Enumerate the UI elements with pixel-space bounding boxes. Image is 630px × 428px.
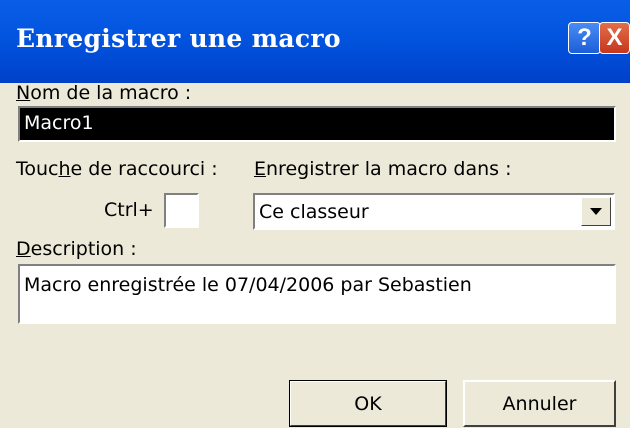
store-in-selected-value: Ce classeur [259,201,369,223]
description-label-text: escription : [30,238,137,260]
cancel-button-label: Annuler [502,392,577,415]
description-textarea[interactable]: Macro enregistrée le 07/04/2006 par Seba… [18,264,616,324]
store-in-label: Enregistrer la macro dans : [254,158,511,180]
title-bar: Enregistrer une macro ? X [0,0,630,83]
store-in-label-accelerator: E [254,158,267,180]
ok-button-label: OK [354,392,382,415]
store-in-label-text: nregistrer la macro dans : [266,158,512,180]
help-button[interactable]: ? [568,22,601,54]
close-button[interactable]: X [599,22,630,54]
macro-name-label: Nom de la macro : [16,82,191,104]
macro-name-value: Macro1 [24,112,94,134]
shortcut-key-input[interactable] [164,193,199,228]
macro-name-label-text: om de la macro : [30,82,192,104]
cancel-button[interactable]: Annuler [463,380,616,427]
ok-button[interactable]: OK [289,380,447,427]
description-label-accelerator: D [16,238,31,260]
description-value: Macro enregistrée le 07/04/2006 par Seba… [24,274,472,296]
macro-name-label-accelerator: N [16,82,31,104]
description-label: Description : [16,238,137,260]
macro-name-input[interactable]: Macro1 [18,106,616,142]
store-in-dropdown[interactable]: Ce classeur [253,193,615,230]
close-icon: X [606,24,623,51]
shortcut-label-accelerator: h [58,158,71,180]
ctrl-prefix-label: Ctrl+ [104,199,154,221]
chevron-down-icon [590,208,602,215]
dropdown-arrow-button[interactable] [581,197,611,226]
shortcut-label-pre: Touc [16,158,59,180]
help-icon: ? [577,24,592,51]
shortcut-label: Touche de raccourci : [16,158,218,180]
shortcut-label-post: e de raccourci : [70,158,218,180]
dialog-title: Enregistrer une macro [16,24,341,53]
